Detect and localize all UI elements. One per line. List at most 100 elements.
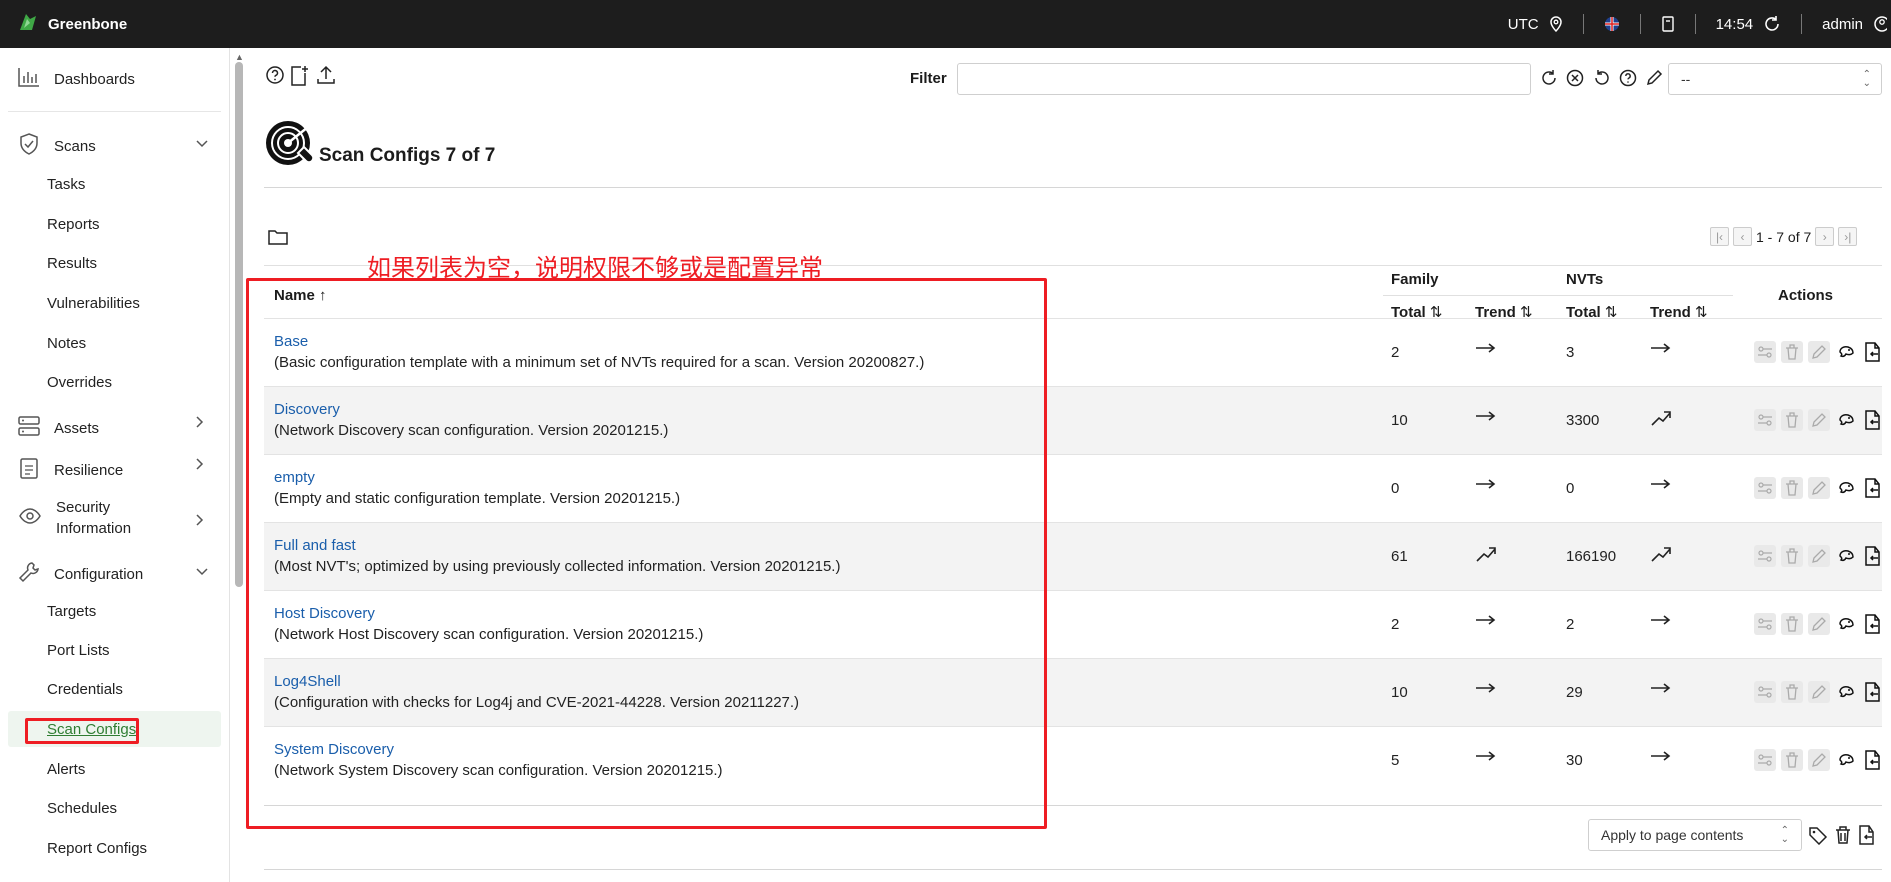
export-icon[interactable]: [1862, 681, 1884, 703]
sidebar-item-label: Scans: [54, 137, 96, 155]
trash-icon[interactable]: [1781, 477, 1803, 499]
sidebar-item-notes[interactable]: Notes: [47, 335, 86, 352]
export-icon[interactable]: [1862, 749, 1884, 771]
clone-sheep-icon[interactable]: [1835, 341, 1857, 363]
next-page-button[interactable]: ›: [1815, 227, 1835, 246]
edit-icon[interactable]: [1808, 681, 1830, 703]
user-icon[interactable]: [1873, 15, 1887, 33]
sidebar-item-credentials[interactable]: Credentials: [47, 681, 123, 698]
sidebar-item-resilience[interactable]: Resilience: [18, 457, 204, 483]
sidebar-item-configuration[interactable]: Configuration: [18, 561, 208, 587]
settings-sliders-icon[interactable]: [1754, 341, 1776, 363]
clone-sheep-icon[interactable]: [1835, 613, 1857, 635]
tag-icon[interactable]: [1808, 825, 1828, 850]
edit-icon[interactable]: [1808, 749, 1830, 771]
greenbone-logo-icon: [16, 10, 40, 39]
language-flag-icon[interactable]: [1604, 16, 1620, 32]
filter-help-icon[interactable]: [1619, 69, 1637, 92]
bulk-trash-icon[interactable]: [1834, 825, 1852, 850]
row-actions: [1754, 409, 1884, 431]
trash-icon[interactable]: [1781, 749, 1803, 771]
filter-select[interactable]: -- ⌃ ⌄: [1668, 63, 1882, 95]
clipboard-icon: [18, 457, 40, 483]
export-icon[interactable]: [1862, 409, 1884, 431]
sidebar-item-assets[interactable]: Assets: [18, 415, 204, 441]
import-icon[interactable]: [316, 65, 336, 90]
sidebar-item-tasks[interactable]: Tasks: [47, 176, 85, 193]
folder-icon[interactable]: [268, 228, 288, 251]
export-icon[interactable]: [1862, 341, 1884, 363]
trash-icon[interactable]: [1781, 545, 1803, 567]
trash-icon[interactable]: [1781, 681, 1803, 703]
column-header-family: Family: [1391, 271, 1439, 288]
clear-filter-icon[interactable]: [1566, 69, 1584, 92]
settings-sliders-icon[interactable]: [1754, 477, 1776, 499]
timezone-label: UTC: [1507, 15, 1539, 33]
sidebar-item-security-information[interactable]: Security Information: [18, 497, 204, 539]
trend-flat-icon: [1475, 613, 1497, 631]
sidebar-item-overrides[interactable]: Overrides: [47, 374, 112, 391]
clone-sheep-icon[interactable]: [1835, 681, 1857, 703]
sidebar-item-scans[interactable]: Scans: [18, 133, 208, 159]
column-header-actions: Actions: [1778, 287, 1834, 304]
clone-sheep-icon[interactable]: [1835, 545, 1857, 567]
page-title: Scan Configs 7 of 7: [319, 145, 496, 166]
new-scan-config-icon[interactable]: [289, 65, 309, 92]
trend-up-icon: [1475, 545, 1497, 568]
settings-sliders-icon[interactable]: [1754, 409, 1776, 431]
top-bar: Greenbone UTC 14:54 admin: [0, 0, 1891, 48]
manual-icon[interactable]: [1661, 16, 1675, 32]
refresh-filter-icon[interactable]: [1540, 69, 1558, 92]
scan-config-radar-icon: [264, 119, 316, 176]
sidebar-item-port-lists[interactable]: Port Lists: [47, 642, 110, 659]
export-icon[interactable]: [1862, 477, 1884, 499]
bulk-export-icon[interactable]: [1857, 824, 1877, 851]
sidebar-item-report-configs[interactable]: Report Configs: [47, 840, 147, 857]
brand[interactable]: Greenbone: [0, 10, 127, 39]
scroll-up-arrow[interactable]: ▲: [235, 52, 244, 62]
trash-icon[interactable]: [1781, 341, 1803, 363]
edit-icon[interactable]: [1808, 409, 1830, 431]
edit-icon[interactable]: [1808, 545, 1830, 567]
sidebar-item-alerts[interactable]: Alerts: [47, 761, 85, 778]
settings-sliders-icon[interactable]: [1754, 681, 1776, 703]
last-page-button[interactable]: ›|: [1838, 227, 1858, 246]
sidebar-item-schedules[interactable]: Schedules: [47, 800, 117, 817]
trash-icon[interactable]: [1781, 409, 1803, 431]
refresh-icon[interactable]: [1763, 15, 1781, 33]
shield-check-icon: [18, 133, 40, 159]
server-icon: [18, 415, 40, 441]
divider: [1801, 14, 1803, 34]
bulk-action-select[interactable]: Apply to page contents ⌃ ⌄: [1588, 819, 1802, 851]
sidebar-item-targets[interactable]: Targets: [47, 603, 96, 620]
pagination: |‹ ‹ 1 - 7 of 7 › ›|: [1710, 227, 1858, 246]
clone-sheep-icon[interactable]: [1835, 749, 1857, 771]
settings-sliders-icon[interactable]: [1754, 613, 1776, 635]
sidebar-item-results[interactable]: Results: [47, 255, 97, 272]
first-page-button[interactable]: |‹: [1710, 227, 1729, 246]
divider: [1639, 14, 1641, 34]
export-icon[interactable]: [1862, 613, 1884, 635]
help-icon[interactable]: [265, 65, 285, 90]
clone-sheep-icon[interactable]: [1835, 477, 1857, 499]
settings-sliders-icon[interactable]: [1754, 545, 1776, 567]
sidebar-item-label: Configuration: [54, 565, 144, 583]
sidebar-item-dashboards[interactable]: Dashboards: [18, 67, 135, 91]
export-icon[interactable]: [1862, 545, 1884, 567]
trend-flat-icon: [1650, 613, 1672, 631]
user-name[interactable]: admin: [1822, 16, 1863, 33]
edit-icon[interactable]: [1808, 341, 1830, 363]
sidebar-item-vulnerabilities[interactable]: Vulnerabilities: [47, 295, 140, 312]
edit-icon[interactable]: [1808, 613, 1830, 635]
edit-icon[interactable]: [1808, 477, 1830, 499]
scrollbar-thumb[interactable]: [235, 62, 243, 587]
reset-filter-icon[interactable]: [1593, 69, 1611, 92]
previous-page-button[interactable]: ‹: [1733, 227, 1752, 246]
trash-icon[interactable]: [1781, 613, 1803, 635]
edit-filter-icon[interactable]: [1645, 69, 1663, 92]
filter-input[interactable]: [957, 63, 1531, 95]
settings-sliders-icon[interactable]: [1754, 749, 1776, 771]
annotation-box: [246, 278, 1047, 829]
clone-sheep-icon[interactable]: [1835, 409, 1857, 431]
sidebar-item-reports[interactable]: Reports: [47, 216, 100, 233]
